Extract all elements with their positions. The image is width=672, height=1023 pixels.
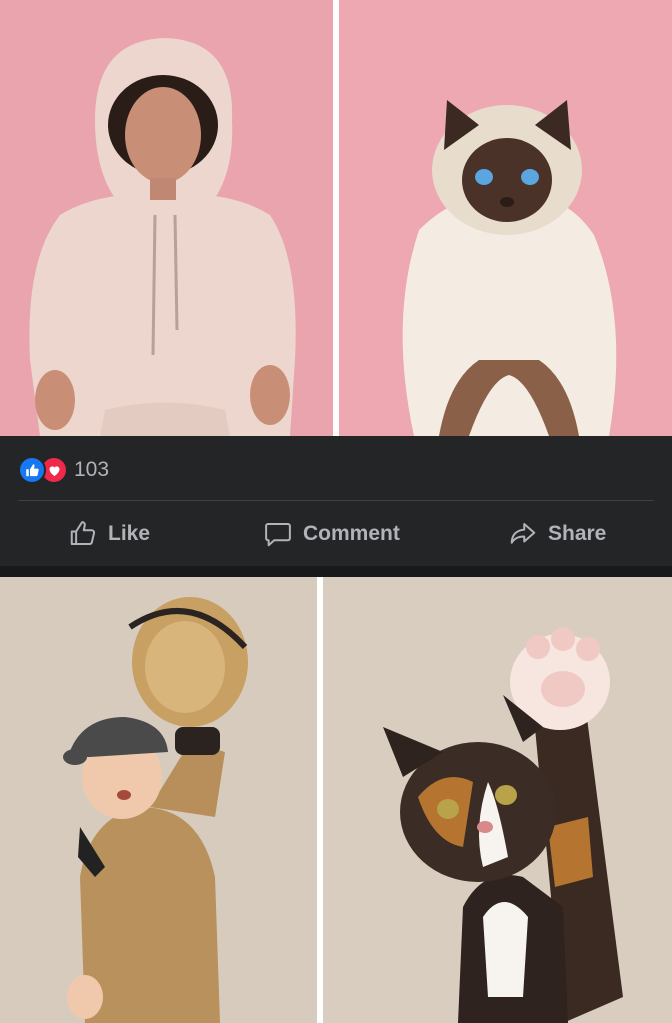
reaction-summary[interactable]: 103 xyxy=(18,456,109,484)
calico-cat-image xyxy=(323,577,672,1023)
photo-woman-hoodie[interactable] xyxy=(0,0,333,436)
thumbs-up-outline-icon xyxy=(70,521,96,545)
woman-hoodie-image xyxy=(0,0,333,436)
share-arrow-icon xyxy=(510,523,536,544)
photo-birman-cat[interactable] xyxy=(339,0,672,436)
photo-boy-baseball-glove[interactable] xyxy=(0,577,317,1023)
photo-calico-cat[interactable] xyxy=(323,577,672,1023)
birman-cat-image xyxy=(339,0,672,436)
comment-label: Comment xyxy=(303,522,400,545)
boy-baseball-glove-image xyxy=(0,577,317,1023)
like-button[interactable]: Like xyxy=(68,514,150,554)
comment-bubble-icon xyxy=(265,523,291,547)
like-label: Like xyxy=(108,522,151,545)
thumbs-up-icon xyxy=(18,456,46,484)
comment-button[interactable]: Comment xyxy=(263,514,400,554)
separator-strip xyxy=(0,566,672,577)
share-label: Share xyxy=(548,522,607,545)
divider xyxy=(18,500,654,501)
share-button[interactable]: Share xyxy=(508,514,606,554)
reaction-count: 103 xyxy=(74,458,110,481)
